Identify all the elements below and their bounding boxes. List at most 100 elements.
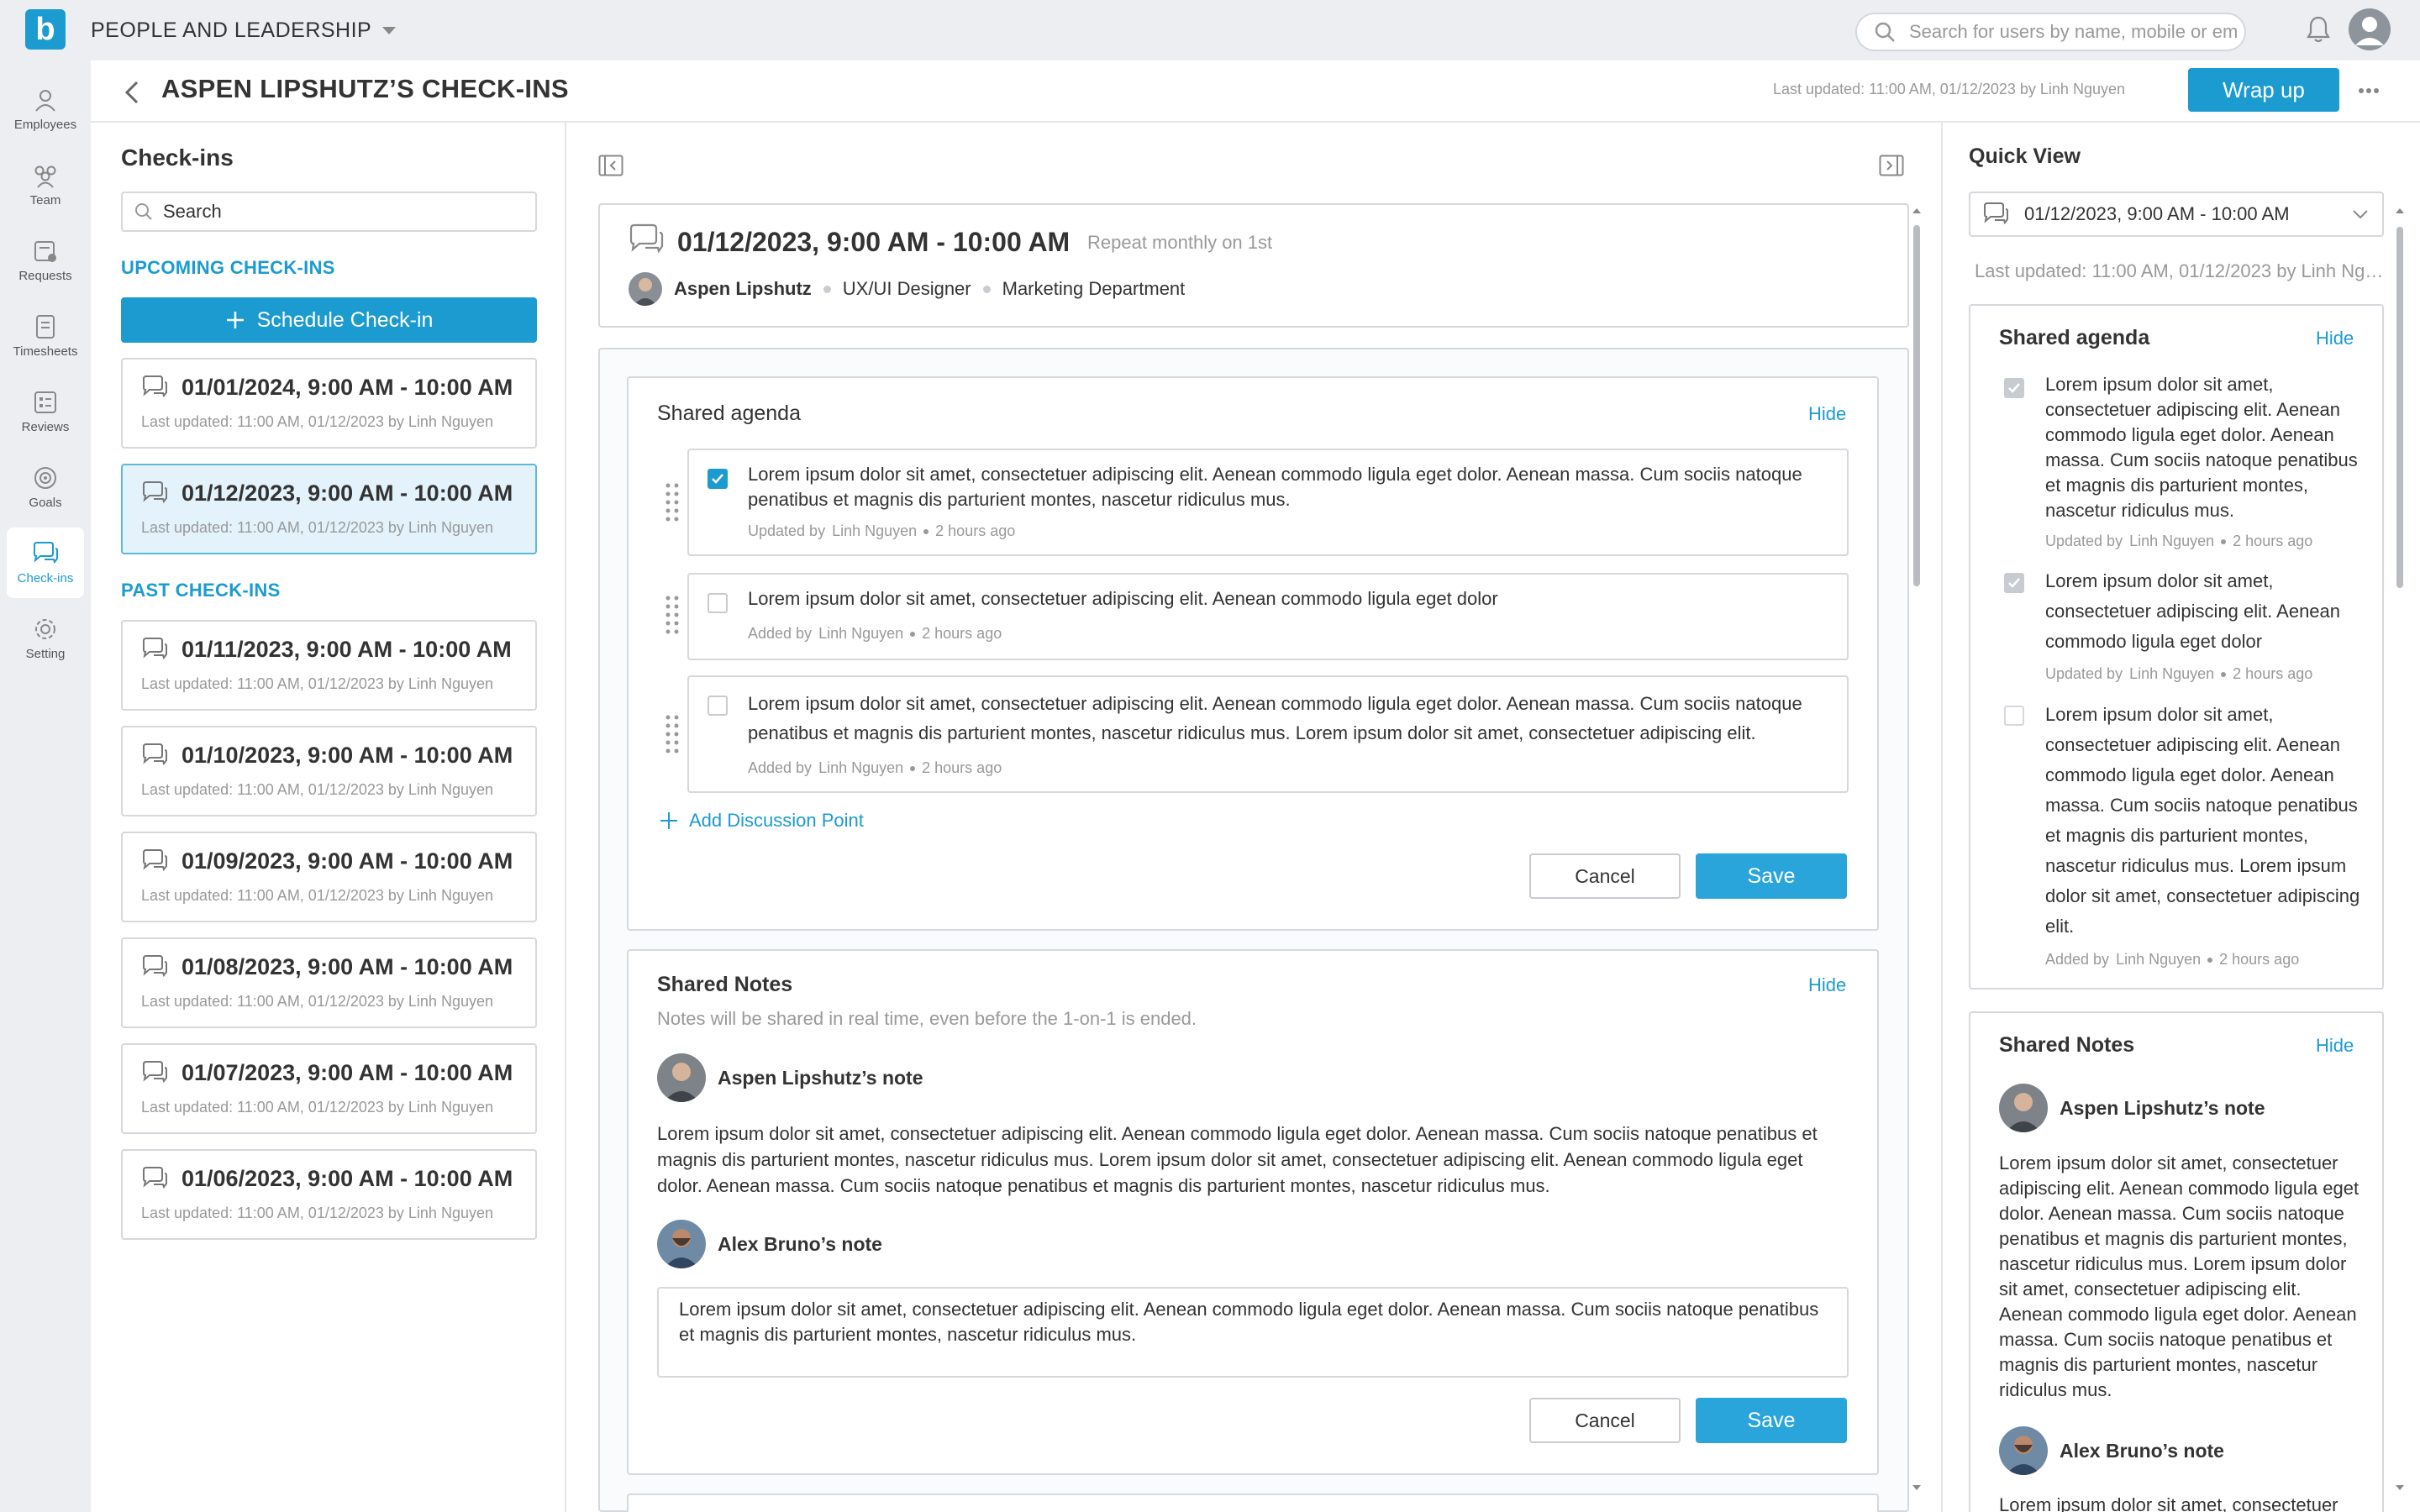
- add-discussion-point[interactable]: Add Discussion Point: [659, 810, 864, 832]
- agenda-item-meta: Updated by Linh Nguyen 2 hours ago: [748, 522, 1015, 540]
- nav-reviews[interactable]: Reviews: [7, 376, 84, 447]
- global-search[interactable]: [1855, 13, 2246, 51]
- alex-avatar: [657, 1220, 706, 1268]
- attendee-name: Aspen Lipshutz: [674, 278, 812, 299]
- scroll-thumb[interactable]: [2396, 227, 2403, 588]
- qv-notes-title: Shared Notes: [1999, 1033, 2135, 1057]
- drag-handle-icon[interactable]: [664, 595, 681, 635]
- qv-notes-hide[interactable]: Hide: [2316, 1035, 2354, 1057]
- meta-time: 2 hours ago: [922, 759, 1002, 776]
- separator-dot: [2221, 538, 2227, 544]
- check-ins-search-input[interactable]: [163, 201, 516, 223]
- meta-by-label: Updated by: [2045, 665, 2123, 682]
- page-title: ASPEN LIPSHUTZ’S CHECK-INS: [161, 74, 569, 103]
- nav-setting[interactable]: Setting: [7, 603, 84, 674]
- nav-label: Timesheets: [13, 344, 78, 359]
- notes-hide-link[interactable]: Hide: [1808, 974, 1846, 996]
- quick-view-scrollbar[interactable]: [2396, 207, 2404, 1492]
- check-in-card[interactable]: 01/10/2023, 9:00 AM - 10:00 AM Last upda…: [121, 726, 537, 816]
- notes-save-button[interactable]: Save: [1696, 1398, 1847, 1443]
- agenda-hide-link[interactable]: Hide: [1808, 403, 1846, 425]
- bell-icon[interactable]: [2306, 15, 2331, 44]
- agenda-item[interactable]: Lorem ipsum dolor sit amet, consectetuer…: [687, 573, 1849, 660]
- check-in-card-selected[interactable]: 01/12/2023, 9:00 AM - 10:00 AM Last upda…: [121, 464, 537, 554]
- more-options-icon[interactable]: [2358, 87, 2380, 94]
- meta-author: Linh Nguyen: [2116, 951, 2202, 968]
- notes-cancel-button[interactable]: Cancel: [1529, 1398, 1681, 1443]
- check-in-date: 01/11/2023, 9:00 AM - 10:00 AM: [182, 637, 512, 662]
- back-arrow-icon[interactable]: [124, 81, 139, 104]
- meta-by-label: Updated by: [2045, 533, 2123, 549]
- schedule-check-in-button[interactable]: Schedule Check-in: [121, 297, 537, 343]
- nav-timesheets[interactable]: Timesheets: [7, 301, 84, 371]
- drag-handle-icon[interactable]: [664, 714, 681, 754]
- agenda-checkbox[interactable]: [708, 696, 728, 716]
- aspen-avatar: [657, 1053, 706, 1102]
- qv-aspen-note-label: Aspen Lipshutz’s note: [2060, 1096, 2265, 1119]
- user-avatar[interactable]: [2349, 8, 2391, 50]
- quick-view-select[interactable]: 01/12/2023, 9:00 AM - 10:00 AM: [1969, 192, 2384, 237]
- collapse-left-icon[interactable]: [598, 155, 623, 176]
- qv-alex-note-label: Alex Bruno’s note: [2060, 1439, 2224, 1462]
- check-icon: [2008, 578, 2020, 588]
- agenda-item[interactable]: Lorem ipsum dolor sit amet, consectetuer…: [687, 449, 1849, 556]
- qv-agenda-item-text: Lorem ipsum dolor sit amet, consectetuer…: [2045, 704, 2360, 937]
- center-scrollbar[interactable]: [1912, 207, 1921, 1492]
- qv-agenda-item-meta: Added by Linh Nguyen 2 hours ago: [2045, 951, 2299, 969]
- aspen-note-label: Aspen Lipshutz’s note: [718, 1066, 923, 1089]
- check-in-card[interactable]: 01/07/2023, 9:00 AM - 10:00 AM Last upda…: [121, 1043, 537, 1134]
- nav-employees[interactable]: Employees: [7, 74, 84, 144]
- qv-agenda-title: Shared agenda: [1999, 326, 2150, 349]
- org-switcher[interactable]: PEOPLE AND LEADERSHIP: [91, 18, 397, 43]
- scroll-thumb[interactable]: [1913, 225, 1920, 586]
- agenda-save-button[interactable]: Save: [1696, 853, 1847, 899]
- nav-requests[interactable]: Requests: [7, 225, 84, 296]
- agenda-item-meta: Added by Linh Nguyen 2 hours ago: [748, 759, 1002, 777]
- quick-view-selected-value: 01/12/2023, 9:00 AM - 10:00 AM: [2024, 203, 2290, 224]
- check-in-card[interactable]: 01/06/2023, 9:00 AM - 10:00 AM Last upda…: [121, 1149, 537, 1240]
- agenda-item-meta: Added by Linh Nguyen 2 hours ago: [748, 625, 1002, 643]
- global-search-input[interactable]: [1909, 21, 2237, 43]
- agenda-checkbox-checked[interactable]: [708, 469, 728, 489]
- attendee-department: Marketing Department: [1002, 278, 1186, 299]
- agenda-checkbox[interactable]: [708, 593, 728, 613]
- alex-note-editor[interactable]: Lorem ipsum dolor sit amet, consectetuer…: [657, 1287, 1849, 1378]
- agenda-cancel-button[interactable]: Cancel: [1529, 853, 1681, 899]
- nav-team[interactable]: Team: [7, 150, 84, 220]
- check-ins-search[interactable]: [121, 192, 537, 232]
- app-logo[interactable]: b: [25, 9, 66, 50]
- person-icon: [35, 89, 55, 112]
- wrap-up-button[interactable]: Wrap up: [2188, 68, 2339, 112]
- check-in-updated: Last updated: 11:00 AM, 01/12/2023 by Li…: [141, 675, 493, 692]
- meta-author: Linh Nguyen: [832, 522, 918, 539]
- meta-by-label: Added by: [748, 759, 813, 776]
- nav-goals[interactable]: Goals: [7, 452, 84, 522]
- check-icon: [2008, 383, 2020, 393]
- alex-note-text[interactable]: Lorem ipsum dolor sit amet, consectetuer…: [679, 1297, 1830, 1347]
- meta-time: 2 hours ago: [922, 625, 1002, 642]
- scroll-down-icon: [2396, 1485, 2404, 1490]
- chat-icon: [143, 743, 167, 766]
- meta-author: Linh Nguyen: [818, 625, 904, 642]
- check-in-card[interactable]: 01/11/2023, 9:00 AM - 10:00 AM Last upda…: [121, 620, 537, 711]
- chevron-down-icon: [2353, 210, 2368, 219]
- agenda-item[interactable]: Lorem ipsum dolor sit amet, consectetuer…: [687, 675, 1849, 793]
- collapse-right-icon[interactable]: [1879, 155, 1904, 176]
- qv-agenda-hide[interactable]: Hide: [2316, 328, 2354, 349]
- nav-check-ins[interactable]: Check-ins: [7, 528, 84, 598]
- qv-checkbox-checked[interactable]: [2004, 378, 2024, 398]
- alex-avatar: [1999, 1426, 2048, 1475]
- chat-icon: [143, 1167, 167, 1189]
- check-in-date: 01/09/2023, 9:00 AM - 10:00 AM: [182, 848, 513, 874]
- chat-icon: [629, 223, 664, 254]
- check-in-card[interactable]: 01/01/2024, 9:00 AM - 10:00 AM Last upda…: [121, 358, 537, 449]
- schedule-label: Schedule Check-in: [256, 307, 434, 332]
- scroll-down-icon: [1912, 1485, 1921, 1490]
- check-in-card[interactable]: 01/08/2023, 9:00 AM - 10:00 AM Last upda…: [121, 937, 537, 1028]
- drag-handle-icon[interactable]: [664, 482, 681, 522]
- check-in-card[interactable]: 01/09/2023, 9:00 AM - 10:00 AM Last upda…: [121, 832, 537, 922]
- check-in-updated: Last updated: 11:00 AM, 01/12/2023 by Li…: [141, 413, 493, 430]
- nav-label: Employees: [13, 117, 77, 132]
- qv-checkbox-checked[interactable]: [2004, 573, 2024, 593]
- qv-checkbox[interactable]: [2004, 706, 2024, 726]
